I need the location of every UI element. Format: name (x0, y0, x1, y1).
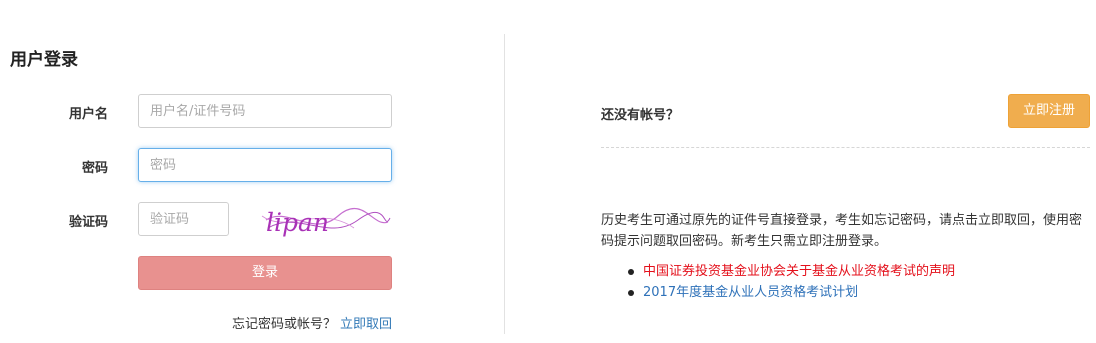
username-input[interactable] (138, 94, 392, 128)
dashed-divider (601, 147, 1090, 148)
username-label: 用户名 (68, 107, 108, 122)
password-input[interactable] (138, 148, 392, 182)
forgot-row: 忘记密码或帐号？ 立即取回 (150, 313, 392, 332)
announcement-link-statement[interactable]: 中国证券投资基金业协会关于基金从业资格考试的声明 (643, 264, 955, 279)
captcha-input[interactable] (138, 202, 229, 236)
announcement-link-exam-plan[interactable]: 2017年度基金从业人员资格考试计划 (643, 285, 858, 300)
bullet-icon (628, 269, 634, 275)
list-item: 2017年度基金从业人员资格考试计划 (626, 282, 955, 303)
announcement-list: 中国证券投资基金业协会关于基金从业资格考试的声明 2017年度基金从业人员资格考… (626, 261, 955, 303)
captcha-text: lipan (266, 208, 329, 237)
vertical-divider (504, 34, 505, 334)
login-button[interactable]: 登录 (138, 256, 392, 290)
recover-link[interactable]: 立即取回 (340, 317, 392, 332)
register-button[interactable]: 立即注册 (1008, 94, 1090, 128)
forgot-text: 忘记密码或帐号？ (231, 317, 336, 332)
no-account-prompt: 还没有帐号？ (601, 108, 680, 123)
page-title: 用户登录 (10, 50, 78, 70)
list-item: 中国证券投资基金业协会关于基金从业资格考试的声明 (626, 261, 955, 282)
captcha-label: 验证码 (68, 215, 108, 230)
bullet-icon (628, 290, 634, 296)
password-label: 密码 (81, 161, 108, 176)
captcha-image[interactable]: lipan (258, 198, 392, 242)
notice-text: 历史考生可通过原先的证件号直接登录，考生如忘记密码，请点击立即取回，使用密码提示… (601, 213, 1083, 249)
